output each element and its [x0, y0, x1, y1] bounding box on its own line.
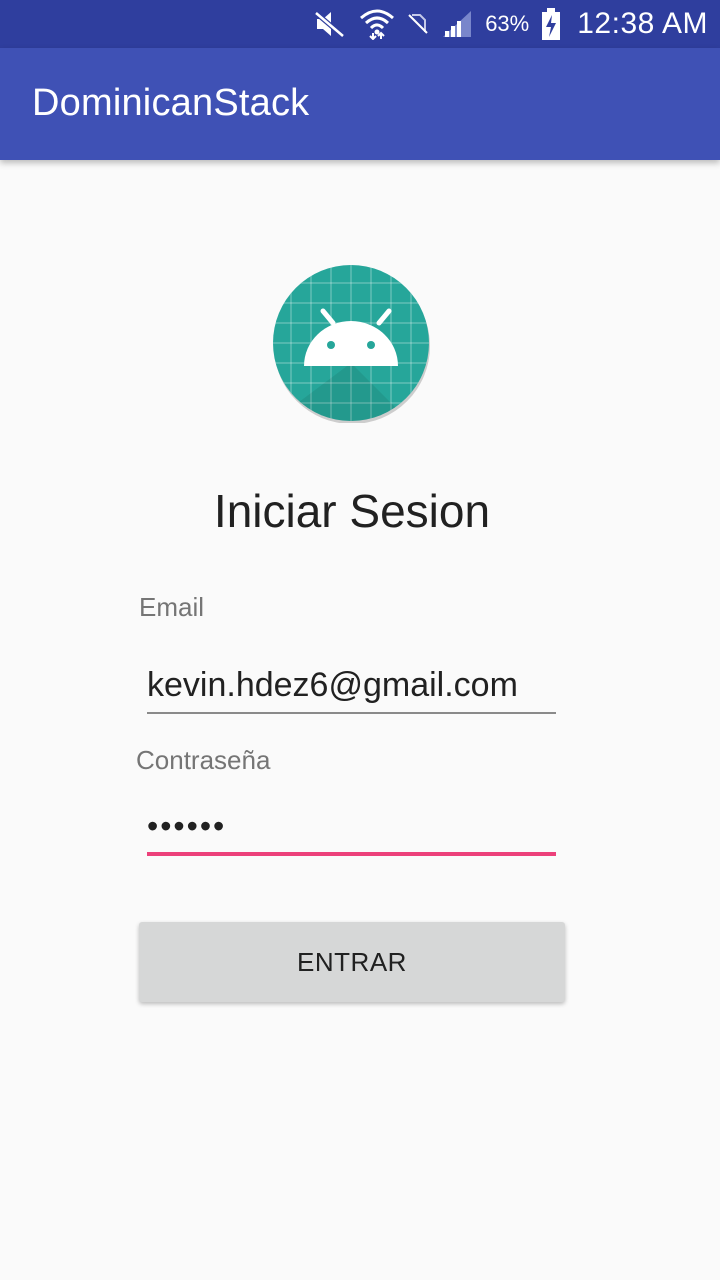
password-field[interactable]: ••••••	[147, 808, 226, 845]
clock: 12:38 AM	[577, 7, 708, 40]
wifi-icon	[359, 8, 395, 40]
mute-icon	[313, 9, 347, 39]
email-field[interactable]: kevin.hdez6@gmail.com	[147, 666, 518, 705]
app-title: DominicanStack	[32, 82, 310, 124]
email-label: Email	[139, 592, 205, 622]
app-bar: DominicanStack	[0, 48, 720, 160]
battery-percent: 63%	[485, 11, 530, 36]
enter-button[interactable]: ENTRAR	[139, 922, 565, 1002]
password-label: Contraseña	[136, 745, 271, 775]
no-sim-icon	[407, 12, 429, 36]
status-icons: 63% 12:38 AM	[313, 0, 708, 48]
password-field-underline	[147, 852, 556, 856]
signal-icon	[441, 9, 473, 39]
battery-charging-icon	[541, 7, 561, 41]
status-bar: 63% 12:38 AM	[0, 0, 720, 48]
android-app-icon	[271, 263, 431, 423]
page-title: Iniciar Sesion	[213, 485, 491, 537]
email-field-underline	[147, 712, 556, 714]
